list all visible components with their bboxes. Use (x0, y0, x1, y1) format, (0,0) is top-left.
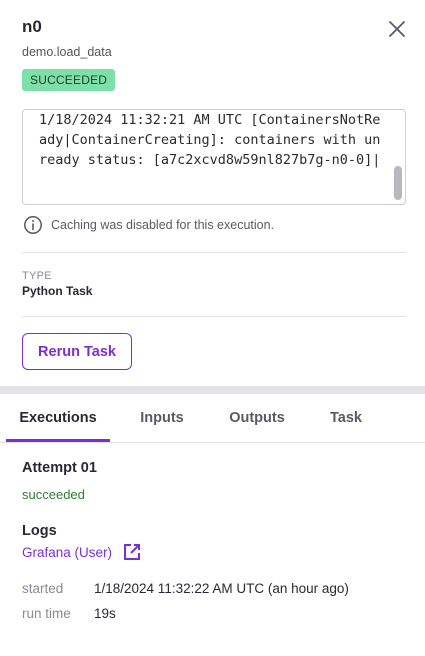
tab-outputs[interactable]: Outputs (212, 394, 302, 442)
close-button[interactable] (386, 18, 408, 40)
divider (22, 252, 406, 253)
runtime-label: run time (22, 606, 71, 621)
close-icon (389, 21, 405, 37)
started-label: started (22, 581, 64, 596)
log-scrollbar[interactable] (394, 118, 402, 202)
task-type-label: TYPE (22, 270, 52, 282)
runtime-value: 19s (94, 606, 116, 621)
section-separator (0, 386, 425, 394)
cache-note: Caching was disabled for this execution. (23, 215, 274, 235)
cache-note-text: Caching was disabled for this execution. (51, 218, 275, 232)
tab-executions[interactable]: Executions (6, 394, 110, 442)
attempt-status: succeeded (22, 487, 85, 502)
log-scrollbar-thumb[interactable] (394, 166, 402, 200)
grafana-log-link[interactable]: Grafana (User) (22, 542, 142, 562)
divider (22, 316, 406, 317)
external-link-icon[interactable] (122, 542, 142, 562)
info-icon (24, 216, 42, 234)
node-header: n0 demo.load_data SUCCEEDED (22, 16, 412, 91)
attempt-title: Attempt 01 (22, 460, 97, 476)
node-subtitle: demo.load_data (22, 45, 112, 59)
task-type-section: TYPE Python Task (22, 270, 92, 298)
log-text: 1/18/2024 11:32:21 AM UTC [ContainersNot… (39, 112, 381, 168)
task-type-value: Python Task (22, 284, 93, 298)
tab-task[interactable]: Task (312, 394, 380, 442)
log-link-label[interactable]: Grafana (User) (22, 545, 112, 560)
active-tab-indicator (6, 439, 110, 442)
node-title: n0 (22, 17, 42, 36)
tab-bar: Executions Inputs Outputs Task (0, 394, 425, 443)
log-output-box[interactable]: 1/18/2024 11:32:21 AM UTC [ContainersNot… (22, 109, 406, 205)
started-value: 1/18/2024 11:32:22 AM UTC (an hour ago) (94, 581, 349, 596)
rerun-task-button[interactable]: Rerun Task (22, 333, 132, 370)
status-badge: SUCCEEDED (22, 69, 116, 91)
logs-title: Logs (22, 523, 57, 539)
runtime-row: run time 19s (22, 606, 116, 621)
tab-inputs[interactable]: Inputs (122, 394, 202, 442)
started-row: started 1/18/2024 11:32:22 AM UTC (an ho… (22, 581, 349, 596)
